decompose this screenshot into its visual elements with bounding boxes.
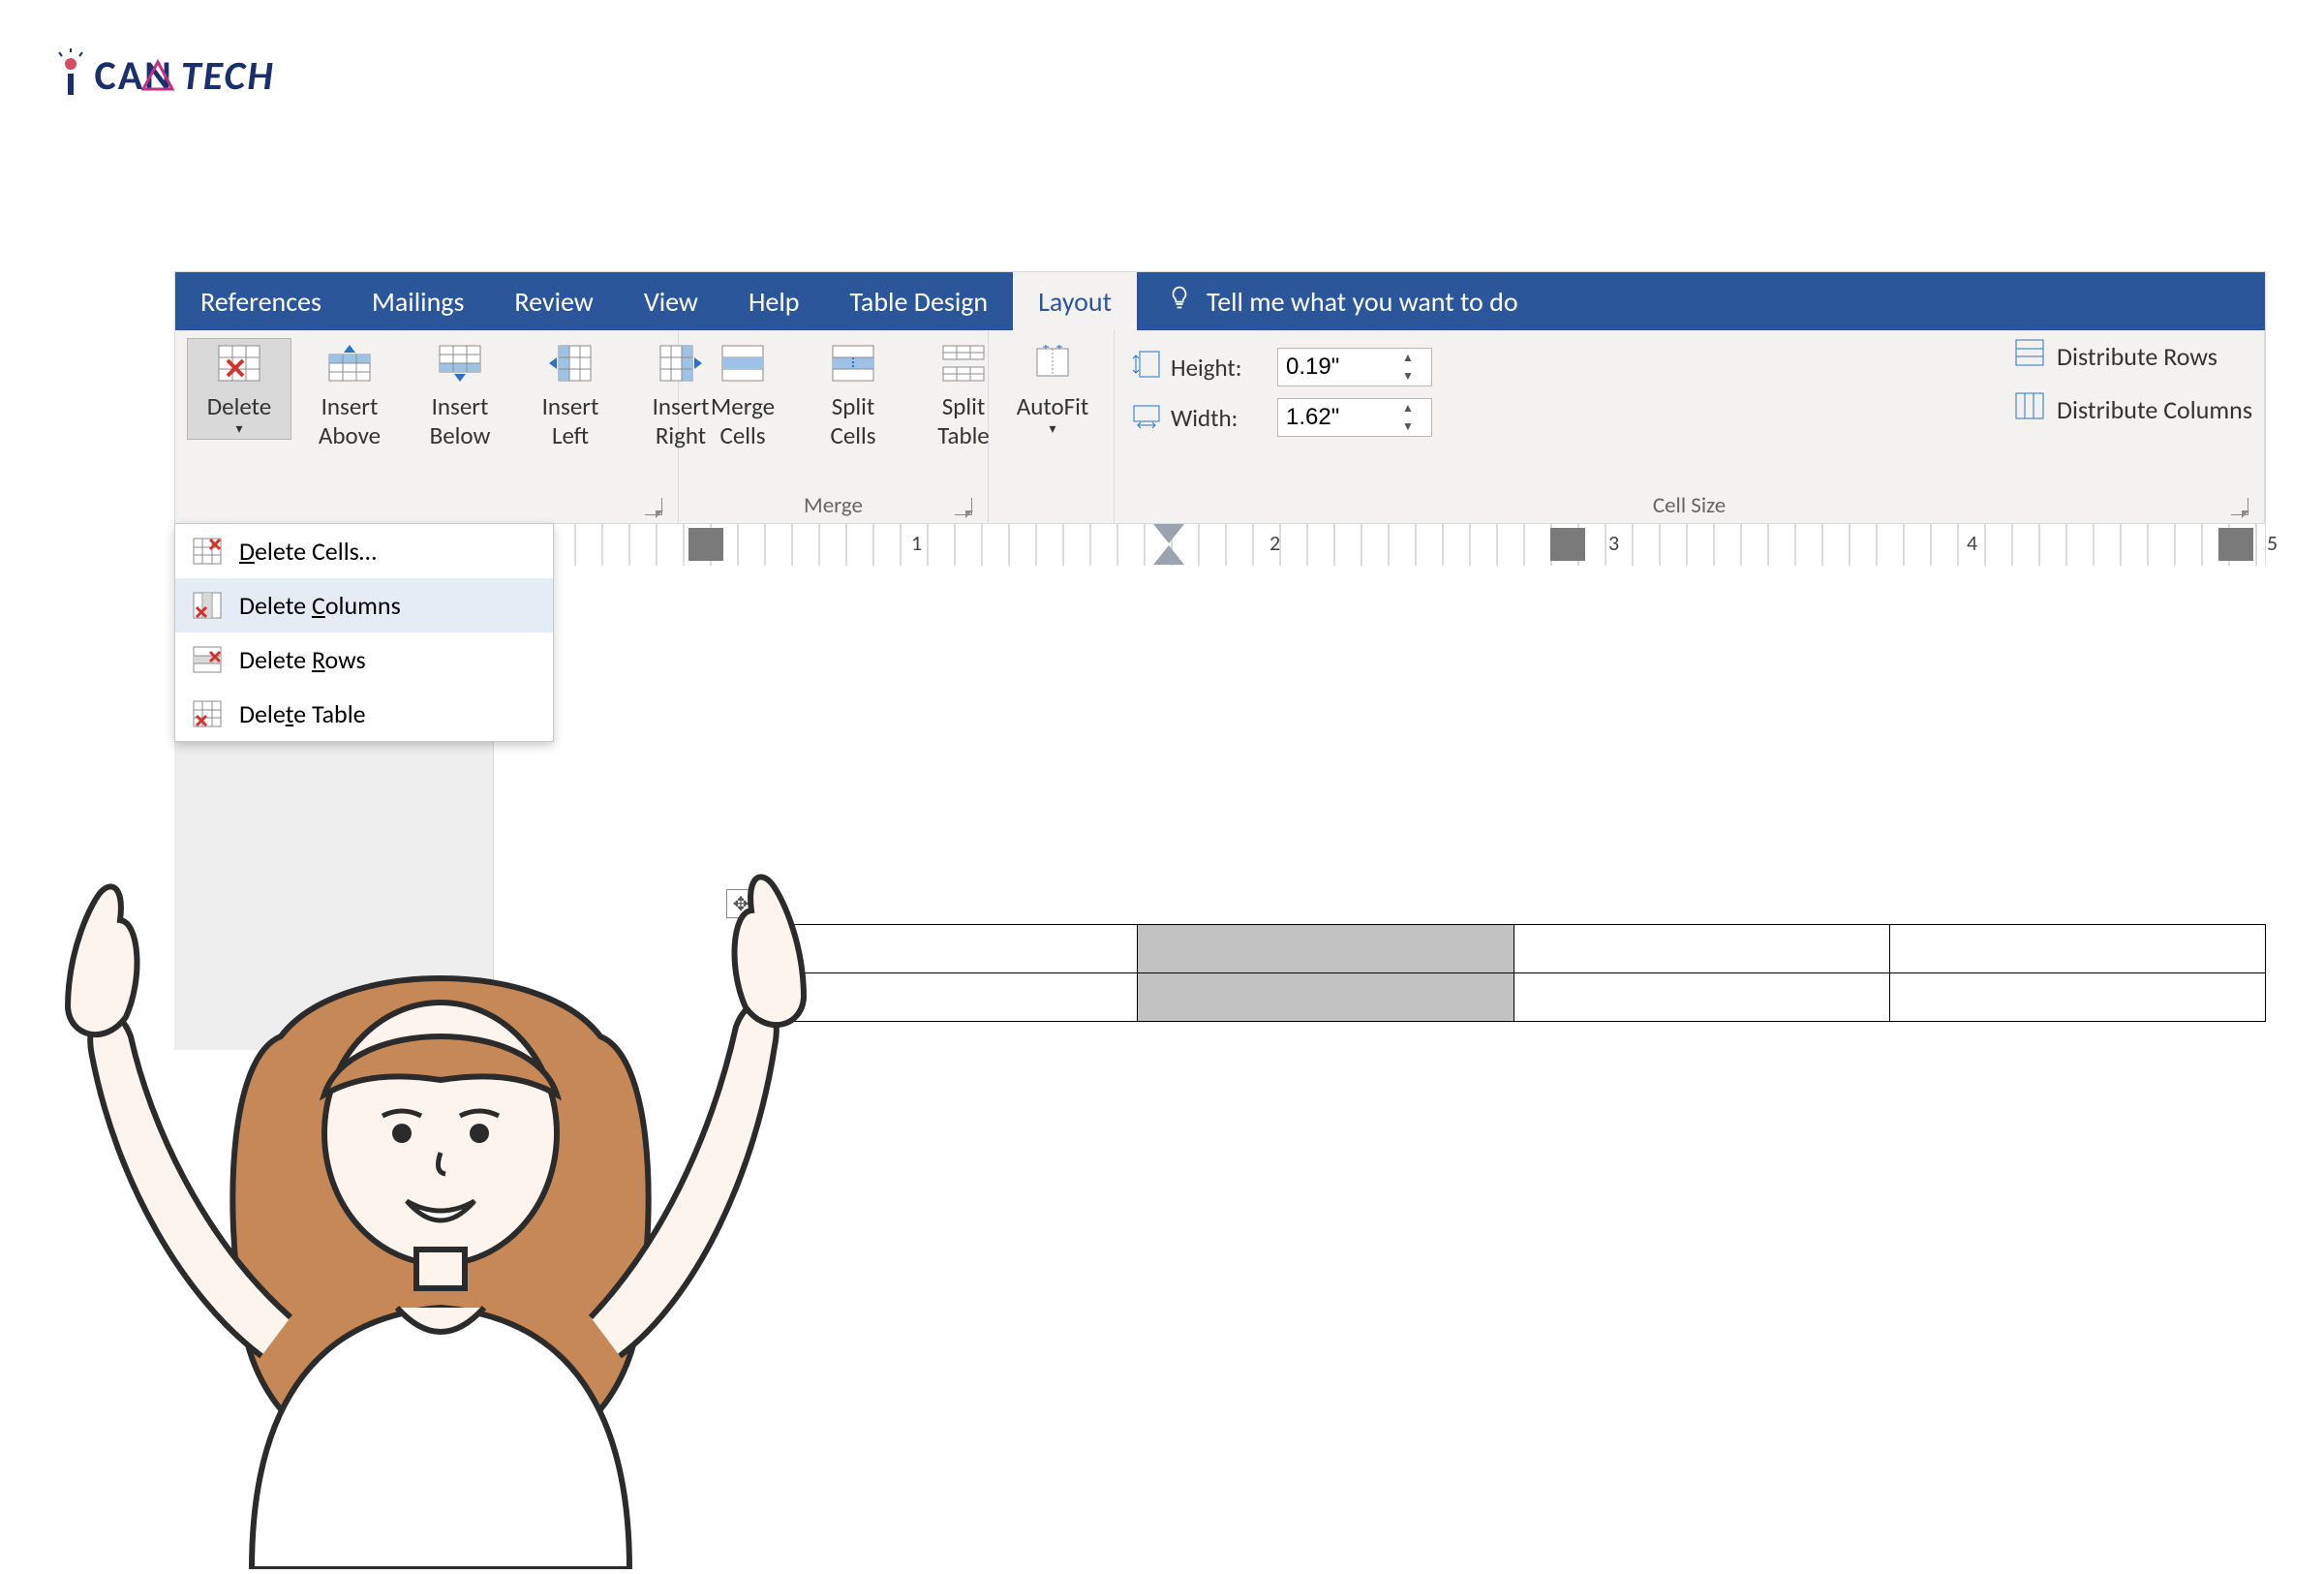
insert-above-icon	[324, 342, 375, 385]
merge-cells-icon	[718, 342, 768, 385]
insert-left-button[interactable]: InsertLeft	[518, 338, 623, 454]
height-input[interactable]: ▲▼	[1277, 348, 1432, 386]
ruler-tick: 5	[2267, 530, 2278, 556]
character-illustration	[0, 833, 872, 1569]
distribute-rows-icon	[2012, 338, 2045, 374]
split-cells-icon	[828, 342, 878, 385]
insert-left-icon	[545, 342, 596, 385]
delete-rows-icon	[193, 646, 222, 673]
tab-stop-icon[interactable]	[1550, 528, 1585, 561]
distribute-columns-icon	[2012, 391, 2045, 427]
delete-menu: Delete Cells… Delete Cells… Delete Colum…	[174, 523, 554, 742]
lightbulb-icon	[1166, 284, 1193, 319]
ruler-tick: 3	[1608, 530, 1619, 556]
tab-stop-icon[interactable]	[688, 528, 723, 561]
spin-down-icon[interactable]: ▼	[1394, 417, 1422, 436]
tab-review[interactable]: Review	[489, 272, 618, 330]
width-value[interactable]	[1278, 404, 1394, 431]
spin-down-icon[interactable]: ▼	[1394, 367, 1422, 386]
delete-button[interactable]: Delete ▾	[187, 338, 291, 440]
insert-below-button[interactable]: InsertBelow	[408, 338, 512, 454]
tab-mailings[interactable]: Mailings	[347, 272, 489, 330]
table-delete-x-icon	[214, 342, 264, 385]
menu-delete-table[interactable]: Delete Table Delete Table	[175, 687, 553, 741]
split-table-icon	[938, 342, 989, 385]
merge-cells-button[interactable]: MergeCells	[690, 338, 795, 454]
autofit-button[interactable]: AutoFit ▾	[1000, 338, 1105, 442]
expand-icon[interactable]	[955, 498, 972, 515]
ruler-tick: 4	[1967, 530, 1977, 556]
insert-above-button[interactable]: InsertAbove	[297, 338, 402, 454]
tab-layout[interactable]: Layout	[1013, 272, 1137, 330]
tell-me-search[interactable]: Tell me what you want to do	[1137, 284, 2265, 319]
tab-help[interactable]: Help	[723, 272, 825, 330]
autofit-icon	[1027, 342, 1078, 385]
tab-table-design[interactable]: Table Design	[824, 272, 1013, 330]
ribbon-tabs: References Mailings Review View Help Tab…	[175, 272, 2265, 330]
menu-delete-columns[interactable]: Delete Columns Delete Columns	[175, 578, 553, 633]
width-input[interactable]: ▲▼	[1277, 398, 1432, 437]
width-icon	[1132, 400, 1161, 436]
distribute-columns-button[interactable]: Distribute Columns	[2012, 391, 2252, 427]
chevron-down-icon: ▾	[1049, 421, 1055, 438]
insert-below-icon	[435, 342, 485, 385]
merge-group-label: Merge	[804, 492, 863, 519]
menu-delete-rows[interactable]: Delete Rows Delete Rows	[175, 633, 553, 687]
expand-icon[interactable]	[645, 498, 662, 515]
ruler-tick: 2	[1269, 530, 1280, 556]
logo-i-icon	[58, 51, 95, 101]
cellsize-group-label: Cell Size	[1653, 492, 1726, 519]
logo-a-icon	[141, 54, 174, 87]
split-cells-button[interactable]: SplitCells	[801, 338, 905, 454]
tab-view[interactable]: View	[619, 272, 723, 330]
logo-tech: TECH	[181, 51, 275, 101]
document-table[interactable]	[761, 924, 2266, 1022]
spin-up-icon[interactable]: ▲	[1394, 349, 1422, 367]
tab-references[interactable]: References	[175, 272, 347, 330]
expand-icon[interactable]	[2231, 498, 2248, 515]
ruler-tick: 1	[911, 530, 922, 556]
height-icon	[1132, 350, 1161, 386]
height-value[interactable]	[1278, 354, 1394, 381]
ribbon: Delete ▾	[175, 330, 2265, 524]
indent-marker-icon[interactable]	[1153, 524, 1184, 543]
chevron-down-icon: ▾	[235, 421, 242, 438]
spin-up-icon[interactable]: ▲	[1394, 399, 1422, 417]
distribute-rows-button[interactable]: Distribute Rows	[2012, 338, 2252, 374]
delete-columns-icon	[193, 592, 222, 619]
height-label: Height:	[1171, 353, 1268, 383]
table-row	[762, 925, 2266, 973]
table-row	[762, 973, 2266, 1022]
indent-marker-icon[interactable]	[1153, 545, 1184, 565]
menu-delete-cells[interactable]: Delete Cells… Delete Cells…	[175, 524, 553, 578]
delete-cells-icon	[193, 538, 222, 565]
logo: CAN TECH	[58, 48, 275, 101]
delete-table-icon	[193, 700, 222, 727]
tell-me-text: Tell me what you want to do	[1207, 285, 1518, 319]
width-label: Width:	[1171, 403, 1268, 433]
tab-stop-icon[interactable]	[2218, 528, 2253, 561]
